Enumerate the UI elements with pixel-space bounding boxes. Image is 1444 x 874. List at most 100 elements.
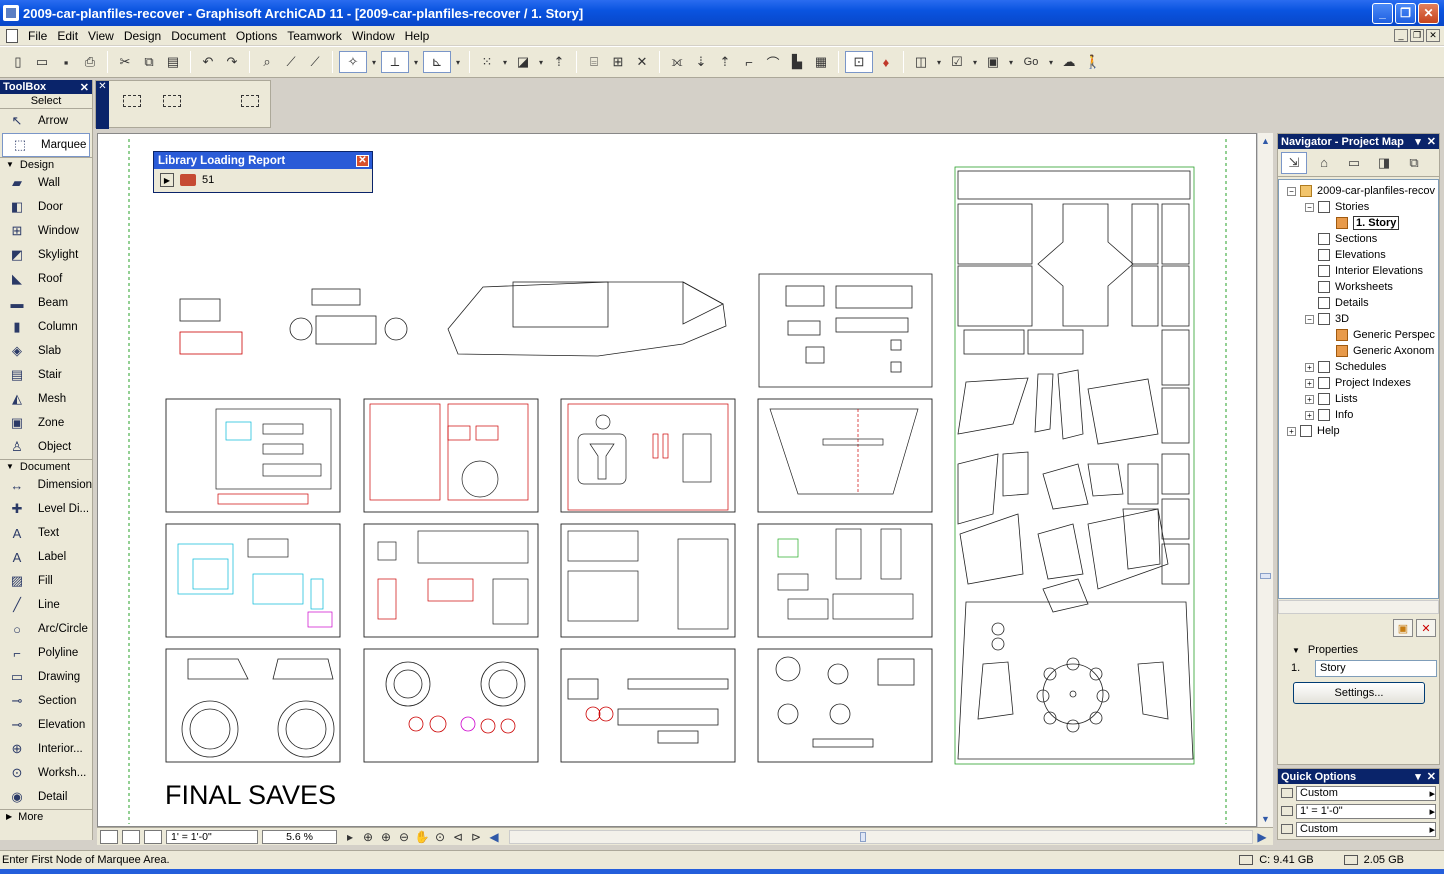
- tool-door[interactable]: ◧ Door: [0, 195, 92, 219]
- tree-item[interactable]: − 3D: [1305, 311, 1349, 327]
- tool-arc-circle[interactable]: ○ Arc/Circle: [0, 617, 92, 641]
- check-view-icon[interactable]: ☑: [946, 51, 968, 73]
- zoom-in-icon[interactable]: ⊕: [377, 830, 395, 844]
- minimize-button[interactable]: _: [1372, 2, 1393, 24]
- scroll-right-icon[interactable]: ▶: [1253, 830, 1271, 844]
- restore-button[interactable]: ❐: [1395, 2, 1416, 24]
- menu-document[interactable]: Document: [166, 29, 231, 43]
- scroll-down-icon[interactable]: ▼: [1261, 814, 1270, 824]
- tool-beam[interactable]: ▬ Beam: [0, 291, 92, 315]
- undo-icon[interactable]: ↶: [197, 51, 219, 73]
- tool-mesh[interactable]: ◭ Mesh: [0, 387, 92, 411]
- document-icon[interactable]: [6, 28, 18, 43]
- collapse-icon[interactable]: −: [1305, 202, 1314, 212]
- new-folder-icon[interactable]: ▣: [1393, 619, 1413, 637]
- tool-window[interactable]: ⊞ Window: [0, 219, 92, 243]
- tree-item[interactable]: − 2009-car-planfiles-recov: [1287, 183, 1435, 199]
- tool-elevation[interactable]: ⊸ Elevation: [0, 713, 92, 737]
- redo-icon[interactable]: ↷: [221, 51, 243, 73]
- fit-in-window-icon[interactable]: ⊙: [431, 830, 449, 844]
- archicad-app-icon[interactable]: [3, 5, 19, 21]
- dimension-tool-icon[interactable]: ⊞: [607, 51, 629, 73]
- explode-icon[interactable]: ✕: [631, 51, 653, 73]
- copy-icon[interactable]: ⧉: [138, 51, 160, 73]
- expand-icon[interactable]: +: [1287, 426, 1296, 436]
- menu-file[interactable]: File: [23, 29, 52, 43]
- navigator-mode-icon[interactable]: ⇲: [1281, 151, 1307, 174]
- pen-set-icon[interactable]: [144, 829, 162, 844]
- tree-item[interactable]: Worksheets: [1305, 279, 1393, 295]
- tool-drawing[interactable]: ▭ Drawing: [0, 665, 92, 689]
- marquee-rotated-icon[interactable]: [241, 95, 259, 107]
- info-box-close-icon[interactable]: ✕: [96, 81, 109, 129]
- cut-icon[interactable]: ✂: [114, 51, 136, 73]
- horizontal-scrollbar[interactable]: [509, 829, 1253, 844]
- paste-icon[interactable]: ▤: [162, 51, 184, 73]
- view-map-tab[interactable]: ▭: [1341, 152, 1367, 174]
- zoom-area-icon[interactable]: ⊕: [359, 830, 377, 844]
- tool-wall[interactable]: ▰ Wall: [0, 171, 92, 195]
- tree-item[interactable]: + Lists: [1305, 391, 1358, 407]
- snap-icon[interactable]: ⊾: [423, 51, 451, 73]
- tool-arrow[interactable]: ↖ Arrow: [0, 109, 92, 133]
- tool-section[interactable]: ⊸ Section: [0, 689, 92, 713]
- red-pin-icon[interactable]: ♦: [875, 51, 897, 73]
- constraint-dropdown-icon[interactable]: ▾: [411, 51, 421, 73]
- collapse-icon[interactable]: −: [1305, 314, 1314, 324]
- tool-interior[interactable]: ⊕ Interior...: [0, 737, 92, 761]
- tool-skylight[interactable]: ◩ Skylight: [0, 243, 92, 267]
- constraint-icon[interactable]: ⟂: [381, 51, 409, 73]
- save-icon[interactable]: ▪: [55, 51, 77, 73]
- zoom-arrow-icon[interactable]: ▸: [341, 830, 359, 844]
- expand-icon[interactable]: +: [1305, 362, 1314, 372]
- 3d-window-icon[interactable]: ⊡: [845, 51, 873, 73]
- eyedropper-icon[interactable]: ⟋: [280, 51, 302, 73]
- expand-icon[interactable]: +: [1305, 410, 1314, 420]
- marquee-single-floor-icon[interactable]: [123, 95, 141, 107]
- tool-object[interactable]: ♙ Object: [0, 435, 92, 459]
- tool-text[interactable]: A Text: [0, 521, 92, 545]
- grid-icon[interactable]: ⁙: [476, 51, 498, 73]
- quick-option-select[interactable]: 1' = 1'-0" ▸: [1296, 803, 1436, 819]
- fly-icon[interactable]: ☁: [1058, 51, 1080, 73]
- split-icon[interactable]: ▦: [810, 51, 832, 73]
- menu-view[interactable]: View: [83, 29, 119, 43]
- walk-icon[interactable]: 🚶: [1082, 51, 1104, 73]
- collapse-icon[interactable]: −: [1287, 186, 1296, 196]
- tool-fill[interactable]: ▨ Fill: [0, 569, 92, 593]
- toolbox-close-icon[interactable]: ✕: [80, 81, 89, 94]
- vertical-scroll-thumb[interactable]: [1260, 573, 1271, 579]
- check-view-dropdown-icon[interactable]: ▾: [970, 51, 980, 73]
- tool-column[interactable]: ▮ Column: [0, 315, 92, 339]
- story-name-field[interactable]: Story: [1315, 659, 1437, 677]
- trim-icon[interactable]: ▙: [786, 51, 808, 73]
- expand-icon[interactable]: +: [1305, 394, 1314, 404]
- tree-item[interactable]: Generic Perspec: [1323, 327, 1435, 343]
- close-button[interactable]: ✕: [1418, 2, 1439, 24]
- corner-icon[interactable]: ⌐: [738, 51, 760, 73]
- scale-field[interactable]: 1' = 1'-0": [166, 829, 258, 844]
- quick-option-select[interactable]: Custom ▸: [1296, 821, 1436, 837]
- settings-button[interactable]: Settings...: [1293, 682, 1425, 704]
- tool-stair[interactable]: ▤ Stair: [0, 363, 92, 387]
- tool-slab[interactable]: ◈ Slab: [0, 339, 92, 363]
- curve-icon[interactable]: ⌒: [762, 51, 784, 73]
- tree-item[interactable]: Sections: [1305, 231, 1377, 247]
- tree-item[interactable]: − Stories: [1305, 199, 1369, 215]
- new-file-icon[interactable]: ▯: [7, 51, 29, 73]
- tree-item[interactable]: + Schedules: [1305, 359, 1386, 375]
- quick-option-select[interactable]: Custom ▸: [1296, 785, 1436, 801]
- tree-item[interactable]: + Info: [1305, 407, 1353, 423]
- previous-zoom-icon[interactable]: ⊲: [449, 830, 467, 844]
- stair-maker-icon[interactable]: ⌸: [583, 51, 605, 73]
- open-file-icon[interactable]: ▭: [31, 51, 53, 73]
- go-dropdown-icon[interactable]: ▾: [1046, 51, 1056, 73]
- tree-item[interactable]: 1. Story: [1323, 215, 1400, 231]
- layout-icon[interactable]: ▣: [982, 51, 1004, 73]
- adjust-icon[interactable]: ⇣: [690, 51, 712, 73]
- layer-icon[interactable]: ◪: [512, 51, 534, 73]
- scroll-left-icon[interactable]: ◀: [485, 830, 503, 844]
- pan-icon[interactable]: ✋: [413, 830, 431, 844]
- expand-icon[interactable]: +: [1305, 378, 1314, 388]
- tool-detail[interactable]: ◉ Detail: [0, 785, 92, 809]
